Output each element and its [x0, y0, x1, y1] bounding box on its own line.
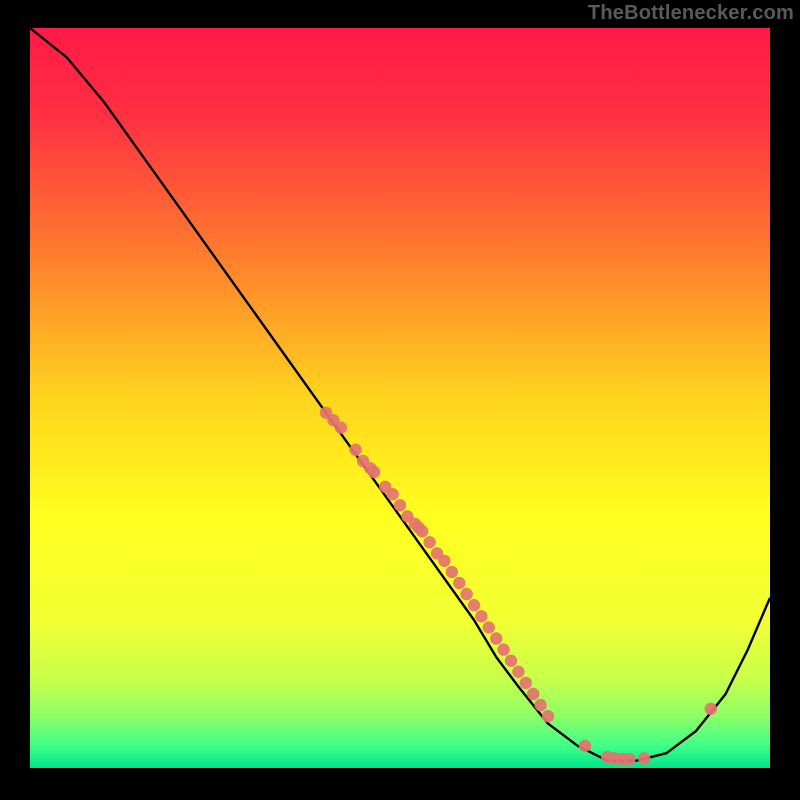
marker-point: [460, 588, 472, 600]
marker-point: [520, 677, 532, 689]
marker-point: [423, 536, 435, 548]
marker-point: [335, 421, 347, 433]
marker-point: [438, 555, 450, 567]
chart-svg: [30, 28, 770, 768]
marker-point: [534, 699, 546, 711]
marker-point: [394, 499, 406, 511]
plot-area: [30, 28, 770, 768]
marker-point: [542, 710, 554, 722]
marker-point: [475, 610, 487, 622]
marker-point: [368, 466, 380, 478]
marker-point: [579, 740, 591, 752]
marker-point: [468, 599, 480, 611]
marker-point: [497, 643, 509, 655]
marker-point: [512, 666, 524, 678]
marker-point: [623, 753, 635, 765]
marker-point: [490, 632, 502, 644]
marker-point: [527, 688, 539, 700]
chart-background: [30, 28, 770, 768]
marker-point: [705, 703, 717, 715]
marker-point: [416, 525, 428, 537]
chart-root: TheBottlenecker.com: [0, 0, 800, 800]
marker-point: [446, 566, 458, 578]
marker-point: [505, 655, 517, 667]
marker-point: [386, 488, 398, 500]
marker-point: [453, 577, 465, 589]
marker-point: [349, 444, 361, 456]
watermark-label: TheBottlenecker.com: [588, 2, 794, 25]
marker-point: [638, 752, 650, 764]
marker-point: [483, 621, 495, 633]
